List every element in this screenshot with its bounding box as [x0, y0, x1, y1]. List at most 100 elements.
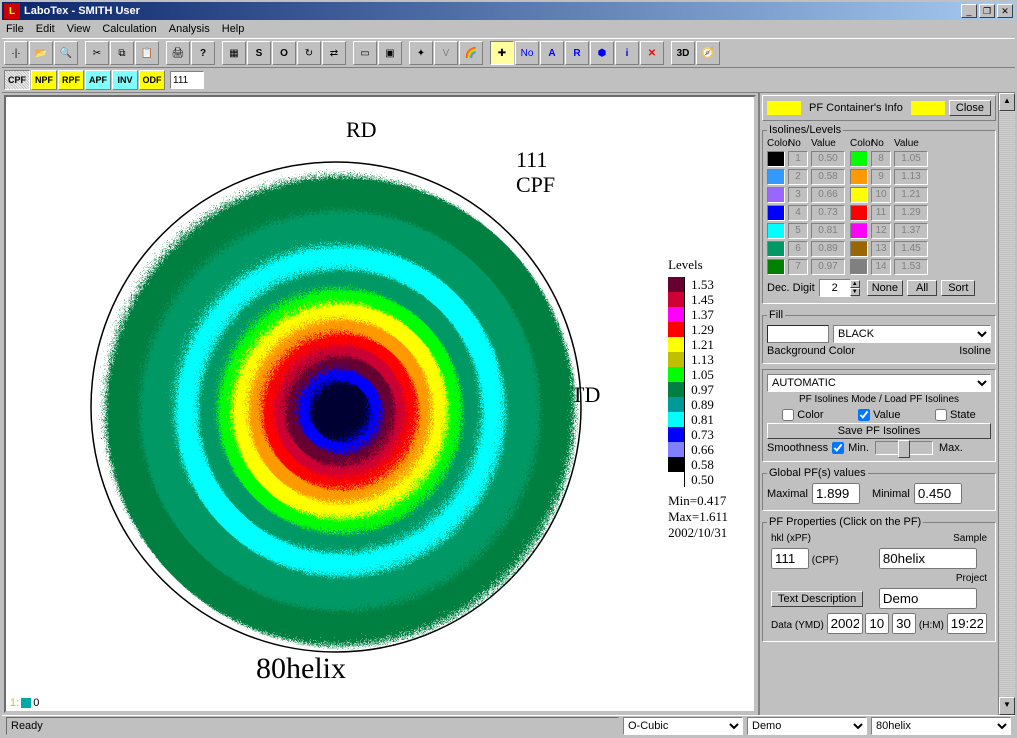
level-number[interactable]: 7: [788, 259, 808, 275]
color-swatch[interactable]: [850, 169, 868, 185]
tool-orient-icon[interactable]: O: [272, 41, 296, 65]
mode-apf[interactable]: APF: [85, 70, 111, 90]
menu-file[interactable]: File: [6, 23, 24, 35]
mode-odf[interactable]: ODF: [139, 70, 165, 90]
level-value[interactable]: 1.45: [894, 241, 928, 257]
level-value[interactable]: 0.89: [811, 241, 845, 257]
smoothness-checkbox[interactable]: [832, 442, 844, 454]
mode-npf[interactable]: NPF: [31, 70, 57, 90]
tool-find-icon[interactable]: 🔍: [54, 41, 78, 65]
menu-help[interactable]: Help: [222, 23, 245, 35]
panel-close-button[interactable]: Close: [949, 100, 991, 116]
bg-color-swatch[interactable]: [767, 325, 829, 343]
status-sample-select[interactable]: 80helix: [871, 717, 1011, 735]
level-value[interactable]: 1.05: [894, 151, 928, 167]
text-description-button[interactable]: Text Description: [771, 591, 863, 607]
level-value[interactable]: 1.29: [894, 205, 928, 221]
level-number[interactable]: 11: [871, 205, 891, 221]
tool-3d[interactable]: 3D: [671, 41, 695, 65]
tool-section-icon[interactable]: S: [247, 41, 271, 65]
tool-cut-icon[interactable]: ✂: [85, 41, 109, 65]
tool-x-icon[interactable]: ✕: [640, 41, 664, 65]
color-swatch[interactable]: [850, 187, 868, 203]
level-value[interactable]: 1.21: [894, 187, 928, 203]
level-number[interactable]: 14: [871, 259, 891, 275]
level-number[interactable]: 12: [871, 223, 891, 239]
level-number[interactable]: 10: [871, 187, 891, 203]
sort-button[interactable]: Sort: [941, 280, 975, 296]
tool-cross-icon[interactable]: ✚: [490, 41, 514, 65]
menu-calculation[interactable]: Calculation: [102, 23, 156, 35]
save-isolines-button[interactable]: Save PF Isolines: [767, 423, 991, 439]
tool-a[interactable]: A: [540, 41, 564, 65]
tool-hex-icon[interactable]: ⬢: [590, 41, 614, 65]
tool-help-icon[interactable]: ?: [191, 41, 215, 65]
color-swatch[interactable]: [767, 241, 785, 257]
state-checkbox[interactable]: State: [935, 409, 976, 421]
level-number[interactable]: 13: [871, 241, 891, 257]
tool-info-icon[interactable]: i: [615, 41, 639, 65]
level-value[interactable]: 0.73: [811, 205, 845, 221]
level-value[interactable]: 0.81: [811, 223, 845, 239]
none-button[interactable]: None: [867, 280, 903, 296]
maximize-button[interactable]: ❐: [979, 4, 995, 18]
mode-inv[interactable]: INV: [112, 70, 138, 90]
level-number[interactable]: 8: [871, 151, 891, 167]
level-number[interactable]: 9: [871, 169, 891, 185]
tool-swap-icon[interactable]: ⇄: [322, 41, 346, 65]
level-number[interactable]: 2: [788, 169, 808, 185]
color-swatch[interactable]: [850, 259, 868, 275]
level-value[interactable]: 1.13: [894, 169, 928, 185]
level-value[interactable]: 1.53: [894, 259, 928, 275]
tool-open-icon[interactable]: 📂: [29, 41, 53, 65]
level-value[interactable]: 0.66: [811, 187, 845, 203]
color-swatch[interactable]: [767, 259, 785, 275]
color-swatch[interactable]: [850, 205, 868, 221]
value-checkbox[interactable]: Value: [858, 409, 900, 421]
isolines-mode-select[interactable]: AUTOMATIC: [767, 374, 991, 392]
level-number[interactable]: 6: [788, 241, 808, 257]
tool-print-icon[interactable]: 🖨: [166, 41, 190, 65]
tool-win2-icon[interactable]: ▣: [378, 41, 402, 65]
tool-copy-icon[interactable]: ⧉: [110, 41, 134, 65]
color-swatch[interactable]: [850, 223, 868, 239]
isoline-color-select[interactable]: BLACK: [833, 325, 991, 343]
status-symmetry-select[interactable]: O-Cubic: [623, 717, 743, 735]
level-number[interactable]: 5: [788, 223, 808, 239]
mode-rpf[interactable]: RPF: [58, 70, 84, 90]
level-value[interactable]: 0.97: [811, 259, 845, 275]
level-value[interactable]: 0.50: [811, 151, 845, 167]
color-swatch[interactable]: [767, 205, 785, 221]
level-number[interactable]: 4: [788, 205, 808, 221]
dec-digit-spinner[interactable]: 2▲▼: [819, 279, 851, 297]
color-swatch[interactable]: [767, 187, 785, 203]
tool-paste-icon[interactable]: 📋: [135, 41, 159, 65]
minimize-button[interactable]: _: [961, 4, 977, 18]
color-swatch[interactable]: [767, 169, 785, 185]
menu-view[interactable]: View: [67, 23, 91, 35]
status-project-select[interactable]: Demo: [747, 717, 867, 735]
color-swatch[interactable]: [850, 241, 868, 257]
tool-no[interactable]: No: [515, 41, 539, 65]
mode-value-input[interactable]: [170, 71, 204, 89]
tool-r[interactable]: R: [565, 41, 589, 65]
color-checkbox[interactable]: Color: [782, 409, 823, 421]
level-number[interactable]: 1: [788, 151, 808, 167]
tool-win1-icon[interactable]: ▭: [353, 41, 377, 65]
tool-spectrum-icon[interactable]: 🌈: [459, 41, 483, 65]
menu-edit[interactable]: Edit: [36, 23, 55, 35]
tool-v-icon[interactable]: V: [434, 41, 458, 65]
mode-cpf[interactable]: CPF: [4, 70, 30, 90]
level-number[interactable]: 3: [788, 187, 808, 203]
all-button[interactable]: All: [907, 280, 937, 296]
close-button[interactable]: ✕: [997, 4, 1013, 18]
color-swatch[interactable]: [850, 151, 868, 167]
tool-dot-icon[interactable]: ·|·: [4, 41, 28, 65]
level-value[interactable]: 0.58: [811, 169, 845, 185]
menu-analysis[interactable]: Analysis: [169, 23, 210, 35]
side-scrollbar[interactable]: ▲▼: [998, 93, 1015, 715]
smoothness-slider[interactable]: [875, 441, 933, 455]
plot-canvas[interactable]: RD 111 CPF TD 80helix: [6, 97, 754, 711]
tool-rotate-icon[interactable]: ↻: [297, 41, 321, 65]
level-value[interactable]: 1.37: [894, 223, 928, 239]
